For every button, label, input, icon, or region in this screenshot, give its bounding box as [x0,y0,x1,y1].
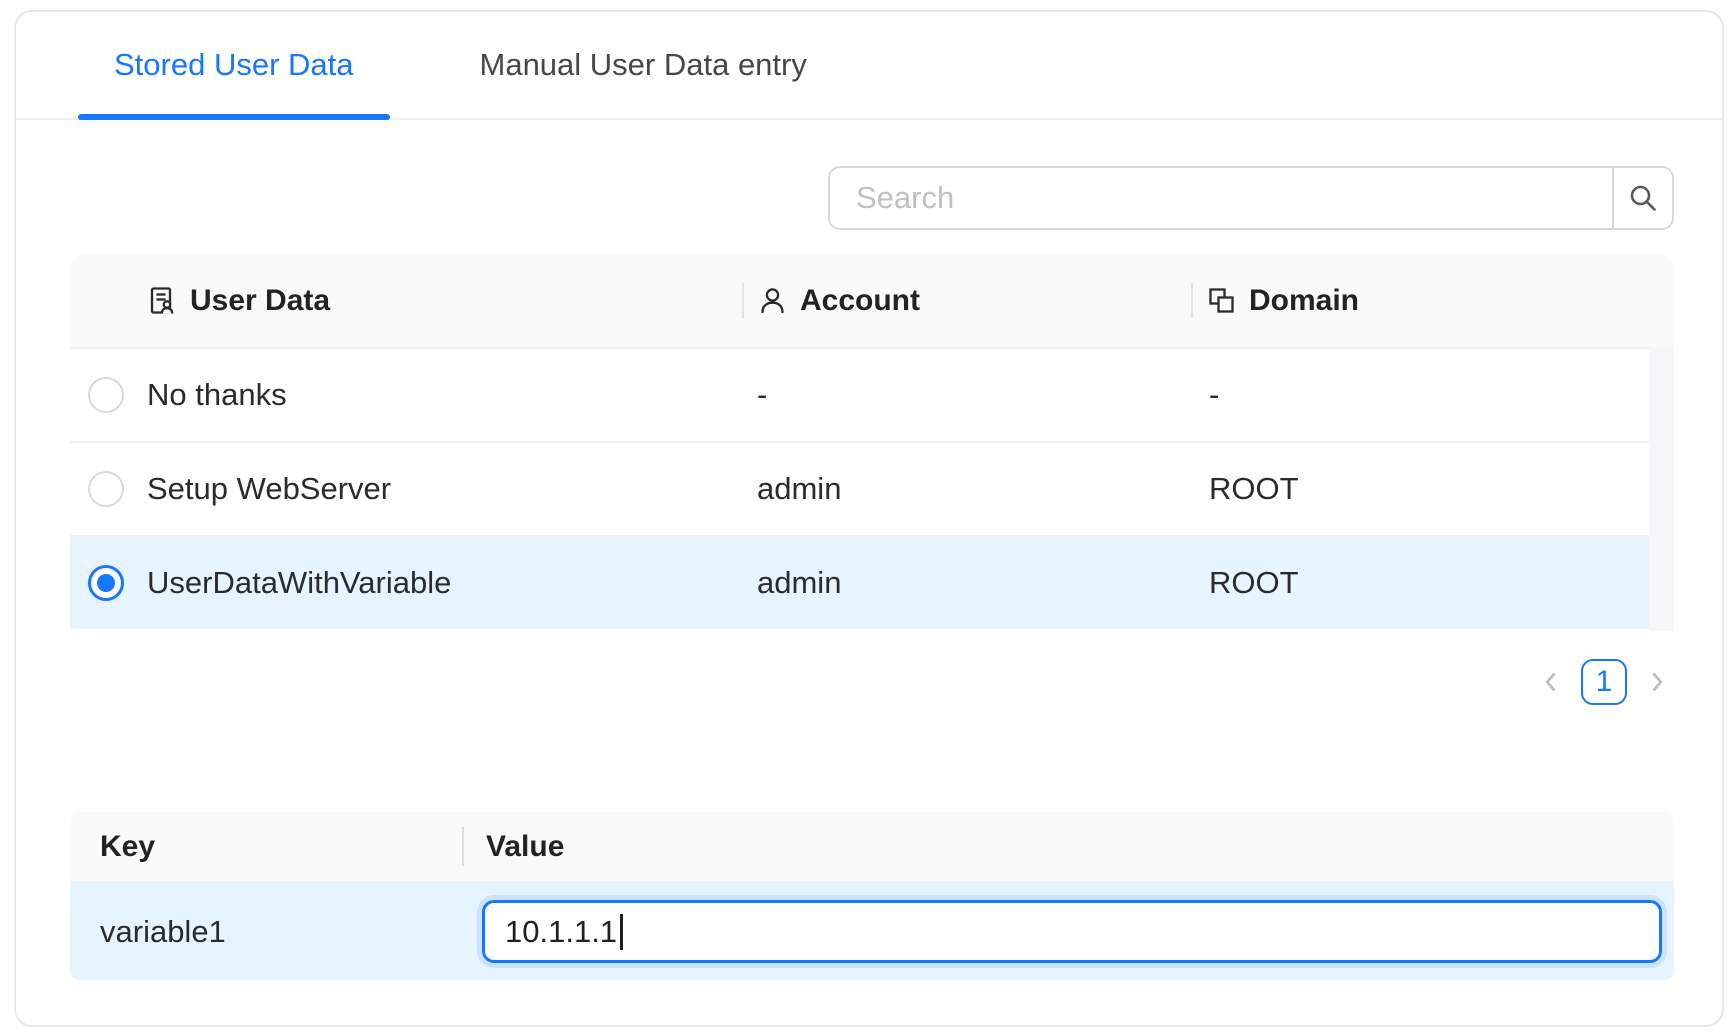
variable-value-text: 10.1.1.1 [505,914,617,950]
pagination-page-1[interactable]: 1 [1581,659,1627,705]
search-button[interactable] [1612,168,1672,228]
radio-button[interactable] [88,471,124,507]
tab-stored-user-data[interactable]: Stored User Data [78,12,390,118]
table-row-no-thanks[interactable]: No thanks - - [70,347,1674,441]
variable-row: variable1 10.1.1.1 [70,881,1674,980]
tab-bar: Stored User Data Manual User Data entry [16,12,1722,120]
cell-domain: ROOT [1191,565,1674,601]
active-tab-indicator [78,114,390,120]
column-header-domain: Domain [1191,254,1674,347]
user-data-table: User Data Account Domain [70,254,1674,629]
cell-user-data: Setup WebServer [132,471,742,507]
table-scrollbar-track[interactable] [1649,347,1674,631]
pagination: 1 [1538,659,1670,705]
cell-account: admin [742,471,1191,507]
chevron-left-icon[interactable] [1538,669,1564,695]
table-row-setup-webserver[interactable]: Setup WebServer admin ROOT [70,441,1674,535]
variables-table: Key Value variable1 10.1.1.1 [70,812,1674,980]
cell-user-data: No thanks [132,377,742,413]
user-icon [757,285,788,316]
column-title: Account [800,284,920,318]
block-icon [1206,285,1237,316]
variables-header-row: Key Value [70,812,1674,881]
search-box [828,166,1674,230]
tab-manual-user-data-entry[interactable]: Manual User Data entry [444,12,843,118]
user-data-panel: Stored User Data Manual User Data entry [14,10,1724,1027]
chevron-right-icon[interactable] [1644,669,1670,695]
column-header-user-data: User Data [132,254,742,347]
column-header-account: Account [742,254,1191,347]
column-header-value: Value [462,812,1674,881]
column-title: Domain [1249,284,1359,318]
cell-user-data: UserDataWithVariable [132,565,742,601]
radio-button[interactable] [88,377,124,413]
variable-value-input[interactable]: 10.1.1.1 [482,900,1662,963]
search-icon [1627,182,1659,214]
tab-label: Manual User Data entry [480,47,807,83]
text-cursor [620,914,623,950]
cell-domain: - [1191,377,1674,413]
variable-key: variable1 [70,914,462,950]
search-input[interactable] [830,168,1612,228]
cell-domain: ROOT [1191,471,1674,507]
column-title: User Data [190,284,330,318]
radio-button-checked[interactable] [88,565,124,601]
tab-label: Stored User Data [114,47,354,83]
column-header-key: Key [70,812,462,881]
table-header-row: User Data Account Domain [70,254,1674,347]
cell-account: admin [742,565,1191,601]
cell-account: - [742,377,1191,413]
solution-icon [147,285,178,316]
table-row-userdatawithvariable[interactable]: UserDataWithVariable admin ROOT [70,535,1674,629]
